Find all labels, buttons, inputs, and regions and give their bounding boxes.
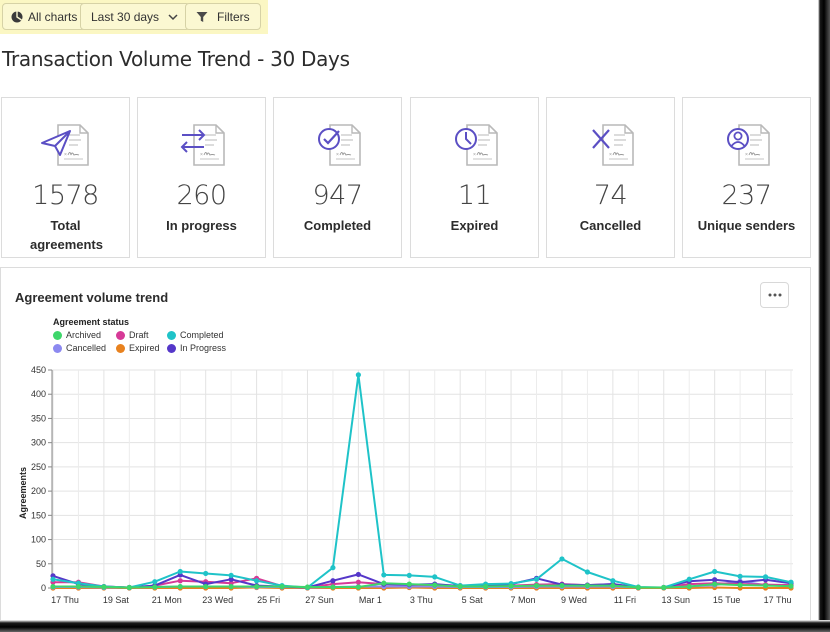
data-point-archived [253,583,260,590]
data-point-archived [304,584,311,590]
data-point-archived [177,583,183,590]
data-point-archived [635,584,641,591]
data-point-archived [483,583,489,590]
data-point-completed [330,565,336,571]
x-tick-label: 9 Wed [561,595,587,605]
x-tick-label: 23 Wed [202,595,233,605]
data-point-completed [712,568,718,575]
data-point-completed [152,579,158,585]
y-tick-label: 350 [31,413,46,423]
data-point-completed [381,572,387,578]
data-point-archived [432,582,438,588]
data-point-completed [533,576,540,582]
data-point-archived [50,583,56,590]
data-point-in-progress [355,571,361,578]
y-tick-label: 200 [31,486,46,496]
x-tick-label: 3 Thu [410,595,433,605]
data-point-archived [533,582,540,589]
y-tick-label: 450 [31,365,46,375]
x-tick-label: 15 Tue [713,595,741,605]
data-point-archived [381,580,387,586]
data-point-draft [177,578,183,584]
data-point-archived [584,582,591,589]
data-point-completed [253,578,260,584]
x-tick-label: 17 Thu [51,595,79,605]
data-point-completed [432,574,438,580]
data-point-completed [406,572,412,579]
data-point-archived [508,583,514,589]
data-point-draft [355,579,361,585]
data-point-archived [559,582,565,589]
data-point-completed [610,578,616,584]
data-point-completed [203,570,209,577]
y-tick-label: 250 [31,462,46,472]
y-tick-label: 400 [31,389,46,399]
line-chart: 0 50 100 150 200 250 300 350 400 450 17 Thu 19 Sat 2… [18,365,794,605]
y-axis-label: Agreements [18,467,28,519]
data-point-completed [228,572,234,579]
data-point-archived [279,583,285,590]
data-point-completed [762,574,769,580]
x-tick-label: 17 Thu [764,595,792,605]
data-point-archived [152,584,158,590]
y-tick-label: 50 [36,559,46,569]
x-tick-label: 19 Sat [103,595,130,605]
y-tick-label: 150 [31,510,46,520]
y-tick-label: 300 [31,438,46,448]
y-tick-label: 100 [31,535,46,545]
x-tick-label: Mar 1 [359,595,382,605]
data-point-archived [355,584,361,590]
data-point-archived [75,583,82,590]
data-point-archived [228,583,234,590]
x-tick-label: 5 Sat [462,595,484,605]
data-point-archived [126,584,132,591]
x-tick-label: 7 Mon [511,595,536,605]
data-point-archived [712,581,718,587]
data-point-archived [610,582,616,589]
data-point-completed [584,569,591,575]
x-tick-label: 25 Fri [257,595,280,605]
data-point-archived [330,584,336,590]
y-tick-label: 0 [41,583,46,593]
data-point-completed [737,573,743,579]
data-point-archived [737,582,743,588]
x-tick-label: 27 Sun [305,595,334,605]
data-point-archived [788,583,794,589]
data-point-completed [686,576,692,582]
data-point-in-progress [330,578,336,584]
data-point-completed [50,576,56,582]
data-point-archived [101,584,107,590]
data-point-archived [661,584,667,591]
x-tick-label: 13 Sun [661,595,690,605]
x-tick-label: 11 Fri [614,595,636,605]
data-point-archived [457,583,463,590]
data-point-completed [177,568,183,575]
data-point-archived [203,583,209,590]
data-point-archived [686,583,692,590]
data-point-completed [355,372,361,378]
x-tick-label: 21 Mon [152,595,182,605]
data-point-archived [406,581,412,587]
series-line-completed [52,373,792,589]
window-shadow-bottom [0,620,830,632]
data-point-archived [762,582,769,589]
data-point-completed [559,556,565,562]
window-shadow-right [816,0,830,632]
